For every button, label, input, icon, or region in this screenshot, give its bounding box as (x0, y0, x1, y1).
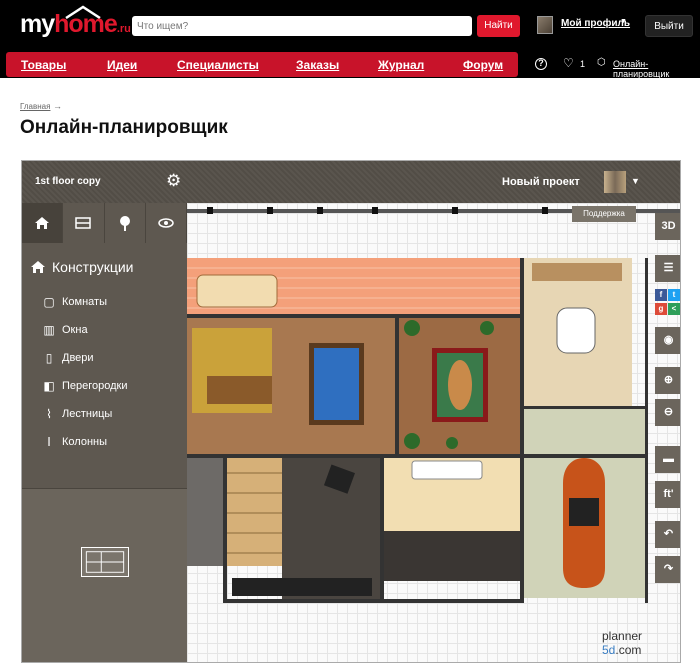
partition-icon: ◧ (43, 379, 55, 393)
zoom-out-icon[interactable]: ⊖ (655, 399, 680, 426)
room-icon: ▢ (43, 295, 55, 309)
list-icon[interactable]: ☰ (655, 255, 680, 282)
sidebar-item-partitions[interactable]: ◧ Перегородки (42, 379, 128, 393)
profile-caret-icon[interactable]: ▼ (620, 18, 627, 25)
ruler-icon[interactable]: ▬ (655, 446, 680, 473)
nav-item-forum[interactable]: Форум (463, 58, 503, 72)
floor-thumbnail-icon[interactable] (81, 547, 129, 577)
home-icon (31, 261, 45, 273)
sidebar-item-label: Колонны (62, 436, 107, 448)
sidebar-item-label: Окна (62, 324, 88, 336)
heart-icon[interactable]: ♡ (563, 56, 574, 70)
chevron-down-icon[interactable]: ▼ (631, 176, 640, 186)
breadcrumb-home[interactable]: Главная (20, 102, 50, 111)
planner5d-logo: planner 5d.com (602, 629, 643, 657)
nav-item-orders[interactable]: Заказы (296, 58, 339, 72)
sidebar-tabs (22, 203, 187, 243)
sidebar-item-columns[interactable]: Ⅰ Колонны (42, 435, 107, 449)
planner-app: 1st floor copy ⚙ Новый проект ▼ Конструк… (21, 160, 681, 663)
floor-switcher (22, 488, 187, 662)
gear-icon[interactable]: ⚙ (166, 172, 184, 190)
undo-icon[interactable]: ↶ (655, 521, 680, 548)
logout-button[interactable]: Выйти (645, 15, 693, 37)
project-name[interactable]: Новый проект (502, 176, 580, 188)
search-input[interactable] (132, 16, 472, 36)
box-icon: ⬡ (597, 57, 606, 68)
zoom-in-icon[interactable]: ⊕ (655, 367, 680, 394)
stairs-icon: ⌇ (46, 407, 52, 421)
favorites-count: 1 (580, 59, 586, 69)
share-icon[interactable]: < (668, 303, 680, 315)
plan-canvas[interactable] (187, 203, 681, 663)
tab-view[interactable] (145, 203, 187, 243)
redo-icon[interactable]: ↷ (655, 556, 680, 583)
planner-sidebar: Конструкции ▢ Комнаты ▥ Окна ▯ Двери ◧ Перег… (22, 203, 187, 662)
facebook-icon[interactable]: f (655, 289, 667, 301)
floor-name[interactable]: 1st floor copy (35, 176, 101, 187)
units-button[interactable]: ft' (655, 481, 680, 508)
sidebar-item-label: Комнаты (62, 296, 107, 308)
planner-link[interactable]: Онлайн-планировщик (613, 59, 700, 79)
nav-item-goods[interactable]: Товары (21, 58, 66, 72)
camera-icon[interactable]: ◉ (655, 327, 680, 354)
home-icon (35, 217, 50, 229)
main-nav: Товары Идеи Специалисты Заказы Журнал Фо… (6, 52, 518, 77)
sidebar-item-label: Двери (62, 352, 94, 364)
search-button[interactable]: Найти (477, 15, 520, 37)
category-header[interactable]: Конструкции (30, 259, 134, 275)
door-icon: ▯ (45, 351, 53, 365)
page-title: Онлайн-планировщик (20, 117, 228, 138)
view-3d-button[interactable]: 3D (655, 213, 680, 240)
category-title: Конструкции (52, 259, 134, 275)
sidebar-item-rooms[interactable]: ▢ Комнаты (42, 295, 107, 309)
nav-item-specialists[interactable]: Специалисты (177, 58, 259, 72)
tab-construction[interactable] (22, 203, 64, 243)
sidebar-item-doors[interactable]: ▯ Двери (42, 351, 94, 365)
column-icon: Ⅰ (47, 435, 51, 449)
sidebar-item-windows[interactable]: ▥ Окна (42, 323, 88, 337)
sidebar-item-label: Перегородки (62, 380, 128, 392)
breadcrumb-arrow: → (53, 101, 62, 111)
avatar[interactable] (537, 16, 553, 34)
site-logo[interactable]: myhome.ru (20, 10, 131, 40)
nav-item-ideas[interactable]: Идеи (107, 58, 137, 72)
twitter-icon[interactable]: t (668, 289, 680, 301)
tab-exterior[interactable] (104, 203, 146, 243)
support-button[interactable]: Поддержка (572, 206, 636, 222)
sidebar-item-label: Лестницы (62, 408, 113, 420)
window-icon: ▥ (43, 323, 55, 337)
sofa-icon (75, 217, 92, 229)
eye-icon (158, 218, 174, 228)
google-plus-icon[interactable]: g (655, 303, 667, 315)
project-thumbnail[interactable] (604, 171, 626, 193)
help-icon[interactable]: ? (535, 58, 547, 70)
tree-icon (119, 216, 130, 231)
planner-toolbar (22, 161, 680, 203)
nav-item-journal[interactable]: Журнал (378, 58, 424, 72)
sidebar-item-stairs[interactable]: ⌇ Лестницы (42, 407, 112, 421)
tab-furniture[interactable] (63, 203, 105, 243)
floor-plan[interactable] (187, 203, 681, 663)
